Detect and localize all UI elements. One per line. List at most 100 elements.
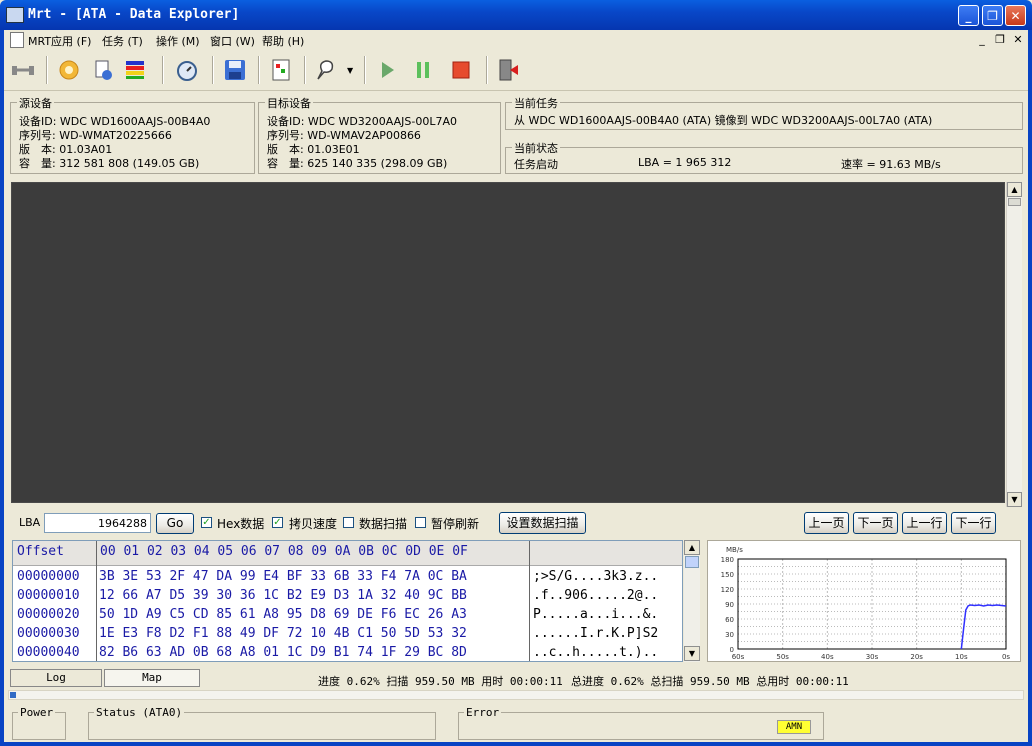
chart-y-tick-label: 90 <box>725 601 734 609</box>
menu-mrt-app[interactable]: MRT应用 (F) <box>28 33 91 49</box>
exit-icon[interactable] <box>496 57 522 83</box>
chart-x-tick-label: 30s <box>866 653 879 661</box>
menu-help[interactable]: 帮助 (H) <box>262 33 304 49</box>
hex-scroll-up-icon[interactable]: ▲ <box>684 540 700 555</box>
status-label: Status (ATA0) <box>94 706 185 719</box>
window-frame-right <box>1028 30 1032 746</box>
scroll-up-icon[interactable]: ▲ <box>1007 182 1022 197</box>
settings-gear-icon[interactable] <box>56 57 82 83</box>
hex-scrollbar[interactable]: ▲ ▼ <box>684 540 700 662</box>
state-status: 任务启动 <box>514 158 558 171</box>
hex-row-ascii: ..c..h.....t.).. <box>533 645 659 660</box>
device-info-icon[interactable] <box>90 57 116 83</box>
maximize-button[interactable]: ❐ <box>982 5 1003 26</box>
toolbar-separator <box>162 56 164 84</box>
menu-window[interactable]: 窗口 (W) <box>210 33 255 49</box>
timer-icon[interactable] <box>174 57 200 83</box>
tab-log[interactable]: Log <box>10 669 102 687</box>
hex-scroll-thumb[interactable] <box>685 556 699 568</box>
status-group: Status (ATA0) <box>88 706 436 740</box>
source-device-title: 源设备 <box>17 95 54 111</box>
source-device-group: 源设备 设备ID: WDC WD1600AAJS-00B4A0 序列号: WD-… <box>10 95 255 174</box>
minimize-button[interactable]: _ <box>958 5 979 26</box>
scroll-down-icon[interactable]: ▼ <box>1007 492 1022 507</box>
toolbar-separator <box>212 56 214 84</box>
mdi-minimize-button[interactable]: _ <box>975 33 989 46</box>
data-scan-label: 数据扫描 <box>359 517 408 531</box>
chart-x-tick-label: 10s <box>955 653 968 661</box>
menu-bar: MRT应用 (F) 任务 (T) 操作 (M) 窗口 (W) 帮助 (H) _ … <box>4 30 1028 50</box>
chart-x-tick-label: 60s <box>732 653 745 661</box>
mdi-restore-button[interactable]: ❐ <box>993 33 1007 46</box>
hex-row-bytes: 82 B6 63 AD 0B 68 A8 01 1C D9 B1 74 1F 2… <box>99 645 467 660</box>
hex-header: Offset 00 01 02 03 04 05 06 07 08 09 0A … <box>13 541 682 566</box>
hex-row-offset: 00000020 <box>17 607 80 622</box>
window-title: Mrt - [ATA - Data Explorer] <box>28 7 240 22</box>
prev-page-button[interactable]: 上一页 <box>804 512 849 534</box>
current-task-group: 当前任务 从 WDC WD1600AAJS-00B4A0 (ATA) 镜像到 W… <box>505 95 1023 130</box>
chart-y-tick-label: 120 <box>721 586 734 594</box>
chart-x-tick-label: 40s <box>821 653 834 661</box>
copy-speed-checkbox[interactable]: ✓ <box>272 517 283 528</box>
hex-row-bytes: 1E E3 F8 D2 F1 88 49 DF 72 10 4B C1 50 5… <box>99 626 467 641</box>
hex-row-bytes: 50 1D A9 C5 CD 85 61 A8 95 D8 69 DE F6 E… <box>99 607 467 622</box>
toolbar-separator <box>46 56 48 84</box>
report-icon[interactable] <box>268 57 294 83</box>
state-rate: 速率 = 91.63 MB/s <box>841 158 941 171</box>
chart-ylabel: MB/s <box>726 546 743 554</box>
chart-y-tick-label: 30 <box>725 631 734 639</box>
speed-chart-panel: MB/s 0 30 60 90 120 150 180 60s 50s 40s 30s 20s 10s 0s <box>707 540 1021 662</box>
set-data-scan-button[interactable]: 设置数据扫描 <box>499 512 586 534</box>
hex-row-ascii: ;>S/G....3k3.z.. <box>533 569 659 584</box>
target-capacity: 容 量: 625 140 335 (298.09 GB) <box>267 157 448 170</box>
dropdown-arrow-icon[interactable]: ▼ <box>347 66 353 75</box>
toolbar-separator <box>364 56 366 84</box>
next-line-button[interactable]: 下一行 <box>951 512 996 534</box>
stop-icon[interactable] <box>448 57 474 83</box>
connect-icon[interactable] <box>10 57 36 83</box>
go-button[interactable]: Go <box>156 513 194 534</box>
state-lba: LBA = 1 965 312 <box>638 156 732 169</box>
map-scrollbar[interactable]: ▲ ▼ <box>1006 182 1022 507</box>
toolbar-separator <box>258 56 260 84</box>
lba-input[interactable] <box>44 513 151 533</box>
sector-map-grid <box>12 183 1004 502</box>
probe-icon[interactable] <box>312 57 338 83</box>
hex-row-offset: 00000030 <box>17 626 80 641</box>
error-label: Error <box>464 706 502 719</box>
pause-refresh-checkbox[interactable] <box>415 517 426 528</box>
hex-scroll-down-icon[interactable]: ▼ <box>684 646 700 661</box>
scroll-thumb[interactable] <box>1008 198 1021 206</box>
tab-map[interactable]: Map <box>104 669 200 687</box>
menu-task[interactable]: 任务 (T) <box>102 33 143 49</box>
error-group: Error AMN <box>458 706 824 740</box>
pause-icon[interactable] <box>410 57 436 83</box>
hex-row-offset: 00000040 <box>17 645 80 660</box>
document-icon <box>10 32 24 48</box>
hex-data-checkbox[interactable]: ✓ <box>201 517 212 528</box>
close-button[interactable]: ✕ <box>1005 5 1026 26</box>
prev-line-button[interactable]: 上一行 <box>902 512 947 534</box>
copy-speed-label: 拷贝速度 <box>289 517 338 531</box>
menu-operation[interactable]: 操作 (M) <box>156 33 200 49</box>
hex-row: 00000000 3B 3E 53 2F 47 DA 99 E4 BF 33 6B… <box>13 567 658 586</box>
pause-refresh-label: 暂停刷新 <box>431 517 480 531</box>
current-state-title: 当前状态 <box>512 140 560 156</box>
save-icon[interactable] <box>222 57 248 83</box>
chart-y-tick-label: 60 <box>725 616 734 624</box>
hex-row: 00000030 1E E3 F8 D2 F1 88 49 DF 72 10 4B… <box>13 624 658 643</box>
play-icon[interactable] <box>374 57 400 83</box>
progress-bar-fill <box>10 692 16 698</box>
hex-view[interactable]: Offset 00 01 02 03 04 05 06 07 08 09 0A … <box>12 540 683 662</box>
mdi-close-button[interactable]: ✕ <box>1011 33 1025 46</box>
app-icon[interactable] <box>6 7 24 23</box>
hex-row-ascii: .f..906.....2@.. <box>533 588 659 603</box>
next-page-button[interactable]: 下一页 <box>853 512 898 534</box>
color-legend-icon[interactable] <box>122 57 148 83</box>
amn-indicator: AMN <box>777 720 811 734</box>
data-scan-checkbox[interactable] <box>343 517 354 528</box>
current-task-title: 当前任务 <box>512 95 560 111</box>
hex-row: 00000020 50 1D A9 C5 CD 85 61 A8 95 D8 69… <box>13 605 658 624</box>
chart-x-tick-label: 0s <box>1002 653 1010 661</box>
hex-data-label: Hex数据 <box>217 517 265 531</box>
